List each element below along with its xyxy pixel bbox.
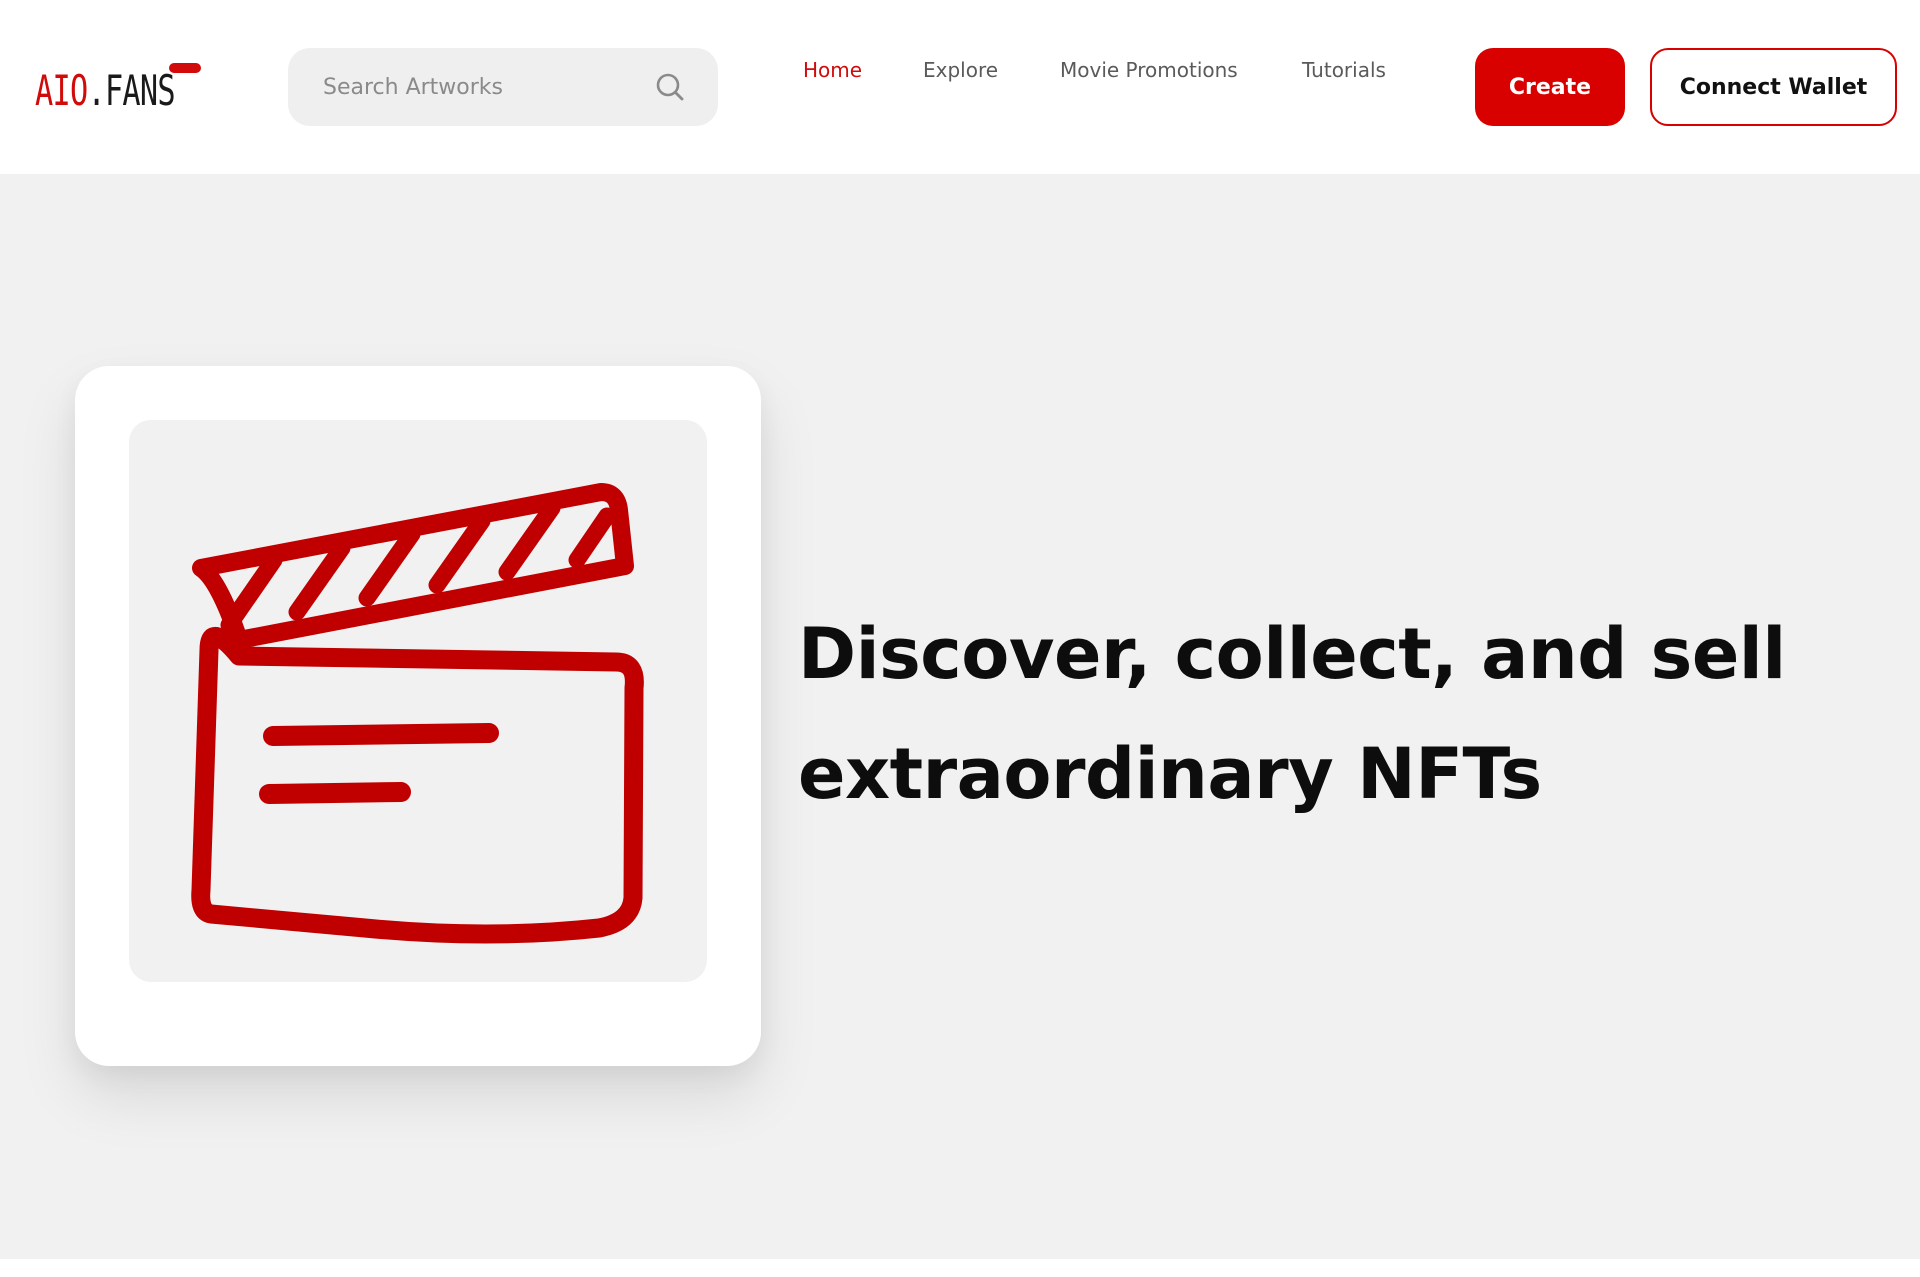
site-logo[interactable]: AIO.FANS xyxy=(35,60,205,120)
hero-headline-line2: extraordinary NFTs xyxy=(798,733,1542,815)
clapperboard-icon xyxy=(191,483,644,944)
logo-text: AIO.FANS xyxy=(35,66,176,115)
featured-nft-card[interactable] xyxy=(75,366,761,1066)
logo-aio-part: AIO xyxy=(35,66,88,115)
connect-wallet-button[interactable]: Connect Wallet xyxy=(1650,48,1897,126)
search-input[interactable] xyxy=(323,48,643,126)
logo-badge xyxy=(169,63,201,73)
nav-explore[interactable]: Explore xyxy=(923,53,998,87)
top-navbar: AIO.FANS Home Explore Movie Promotions T… xyxy=(0,0,1920,174)
logo-fans-part: .FANS xyxy=(87,66,175,115)
hero-headline-line1: Discover, collect, and sell xyxy=(798,613,1786,695)
create-button[interactable]: Create xyxy=(1475,48,1625,126)
nav-movie-promotions[interactable]: Movie Promotions xyxy=(1060,53,1238,87)
page-bottom-strip xyxy=(0,1259,1920,1277)
nav-tutorials[interactable]: Tutorials xyxy=(1302,53,1386,87)
featured-nft-image xyxy=(129,420,707,982)
search-bar xyxy=(288,48,718,126)
hero-section: Discover, collect, and sell extraordinar… xyxy=(0,174,1920,1259)
hero-headline: Discover, collect, and sell extraordinar… xyxy=(798,594,1798,834)
search-icon[interactable] xyxy=(653,70,687,104)
nav-home[interactable]: Home xyxy=(803,53,862,87)
